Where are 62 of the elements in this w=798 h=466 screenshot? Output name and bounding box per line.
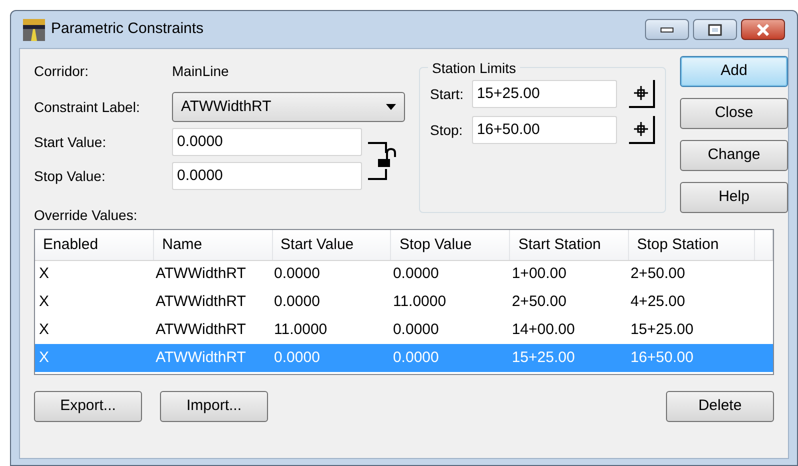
start-value-label: Start Value: — [34, 132, 108, 152]
maximize-icon — [708, 24, 722, 36]
column-header[interactable]: Stop Station — [628, 230, 755, 260]
station-field[interactable]: 16+50.00 — [472, 116, 618, 144]
table-cell: 2+50.00 — [628, 260, 755, 288]
close-button[interactable] — [741, 19, 785, 40]
minimize-icon — [660, 26, 674, 32]
stop-value-label: Stop Value: — [34, 166, 106, 186]
column-header[interactable]: Start Station — [510, 230, 628, 260]
table-cell: 15+25.00 — [510, 344, 628, 372]
table-cell: 0.0000 — [390, 260, 510, 288]
maximize-button[interactable] — [693, 19, 737, 40]
table-cell: 15+25.00 — [628, 316, 755, 344]
table-cell: 0.0000 — [272, 344, 391, 372]
window-title: Parametric Constraints — [51, 19, 204, 40]
dialog-button[interactable]: Close — [680, 98, 788, 129]
dropdown-arrow-icon — [386, 104, 396, 110]
table-cell: 1+00.00 — [510, 260, 628, 288]
table-cell: 0.0000 — [272, 260, 391, 288]
dialog-button[interactable]: Change — [680, 140, 788, 171]
table-cell: 14+00.00 — [510, 316, 628, 344]
table-cell: 0.0000 — [390, 344, 510, 372]
dialog-button[interactable]: Export... — [34, 391, 142, 422]
table-cell: ATWWidthRT — [154, 344, 272, 372]
table-cell-text: ATWWidthRT — [154, 292, 247, 312]
dialog-button[interactable]: Import... — [160, 391, 268, 422]
station-label: Stop: — [430, 120, 464, 140]
table-cell: ATWWidthRT — [154, 316, 272, 344]
dialog-button[interactable]: Add — [680, 56, 788, 87]
road-icon — [23, 18, 45, 40]
start-value-field[interactable]: 0.0000 — [172, 128, 362, 156]
column-header[interactable]: Name — [154, 230, 272, 260]
table-cell-text: X — [38, 292, 50, 312]
station-label: Start: — [430, 84, 464, 104]
crosshair-icon — [633, 121, 650, 137]
table-cell: X — [35, 260, 154, 288]
column-header[interactable]: Stop Value — [390, 230, 510, 260]
table-cell: 0.0000 — [390, 316, 510, 344]
station-field[interactable]: 15+25.00 — [472, 80, 618, 108]
column-header[interactable]: Enabled — [35, 230, 154, 260]
table-cell: 16+50.00 — [628, 344, 755, 372]
crosshair-icon — [633, 85, 650, 101]
table-cell: ATWWidthRT — [154, 260, 272, 288]
table-cell: X — [35, 316, 154, 344]
dialog-button[interactable]: Help — [680, 182, 788, 213]
constraint-label-dropdown[interactable]: ATWWidthRT — [172, 92, 405, 122]
dialog-button[interactable]: Delete — [666, 391, 774, 422]
table-cell: 11.0000 — [272, 316, 391, 344]
table-cell-text: 0.0000 — [273, 292, 321, 312]
close-icon — [756, 24, 770, 36]
override-values-label: Override Values: — [34, 206, 138, 225]
minimize-button[interactable] — [645, 19, 689, 40]
corridor-value: MainLine — [172, 62, 229, 80]
padlock-icon[interactable] — [366, 141, 398, 181]
table-cell: X — [35, 344, 154, 372]
table-cell-text: 4+25.00 — [629, 292, 686, 312]
corridor-label: Corridor: — [34, 62, 90, 80]
column-header[interactable]: Start Value — [272, 230, 391, 260]
constraint-label-label: Constraint Label: — [34, 98, 141, 116]
table-cell-text: 11.0000 — [392, 292, 448, 312]
table-cell-text: 2+50.00 — [510, 292, 568, 312]
stop-value-field[interactable]: 0.0000 — [172, 162, 362, 190]
